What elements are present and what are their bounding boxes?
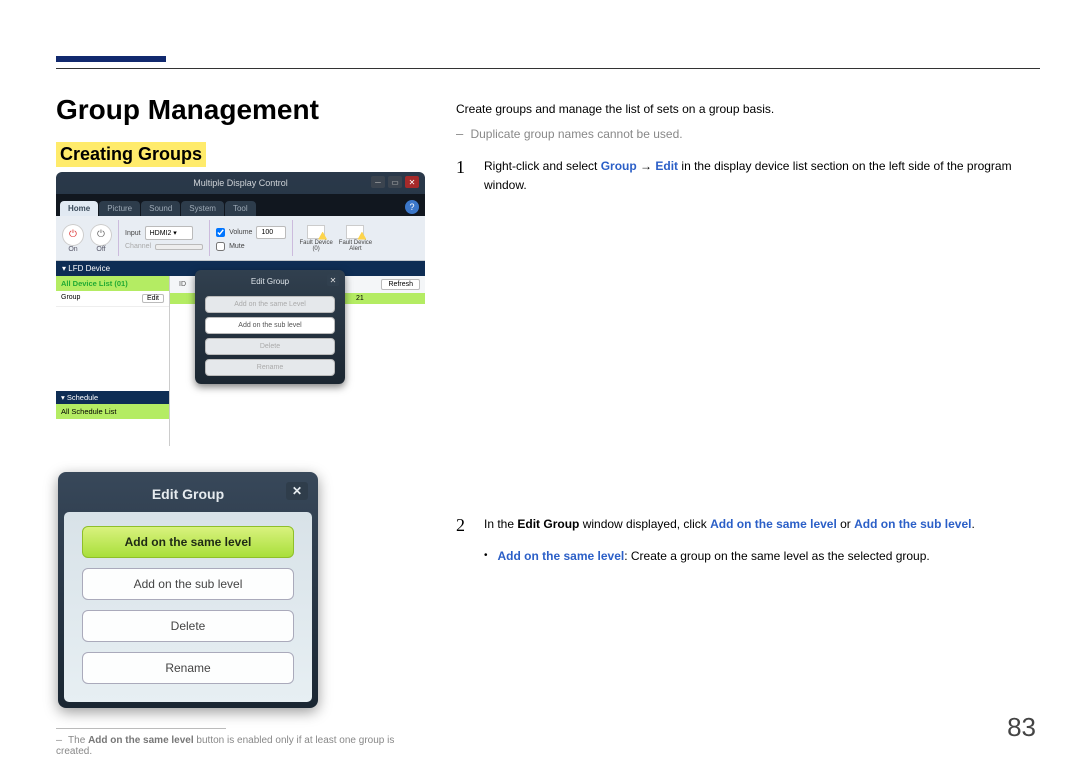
add-sub-level-button[interactable]: Add on the sub level <box>82 568 294 600</box>
channel-label: Channel <box>125 243 151 250</box>
refresh-button[interactable]: Refresh <box>381 279 420 290</box>
rename-button[interactable]: Rename <box>82 652 294 684</box>
input-control: Input HDMI2 ▾ Channel <box>125 226 203 250</box>
note-text: ― Duplicate group names cannot be used. <box>456 125 1036 144</box>
tab-system[interactable]: System <box>181 201 224 216</box>
dialog-close-icon[interactable]: ✕ <box>286 482 308 500</box>
sidebar: All Device List (01) Group Edit ▾ Schedu… <box>56 276 170 446</box>
tab-picture[interactable]: Picture <box>99 201 140 216</box>
group-row: Group Edit <box>56 291 169 307</box>
tab-sound[interactable]: Sound <box>141 201 180 216</box>
section-heading: Creating Groups <box>56 142 206 167</box>
dialog-body: Add on the same level Add on the sub lev… <box>64 512 312 702</box>
page-title: Group Management <box>56 94 319 126</box>
input-select[interactable]: HDMI2 ▾ <box>145 226 193 240</box>
volume-value[interactable]: 100 <box>256 226 286 239</box>
mute-label: Mute <box>229 243 245 250</box>
arrow: → <box>637 159 656 173</box>
group-label: Group <box>61 294 80 303</box>
home-toolbar: ⏻ On ⏻ Off Input HDMI2 ▾ Cha <box>56 216 425 261</box>
popup-add-same-level[interactable]: Add on the same Level <box>205 296 335 313</box>
edit-group-dialog: Edit Group ✕ Add on the same level Add o… <box>58 472 318 708</box>
minimize-button[interactable]: ─ <box>371 176 385 188</box>
footnote-rule <box>56 728 226 729</box>
maximize-button[interactable]: ▭ <box>388 176 402 188</box>
all-schedule-list[interactable]: All Schedule List <box>56 404 169 419</box>
header-rule <box>56 68 1040 69</box>
add-same-level-button[interactable]: Add on the same level <box>82 526 294 558</box>
t: In the <box>484 517 517 531</box>
edit-group-popup-small: Edit Group ✕ Add on the same Level Add o… <box>195 270 345 384</box>
step-2-bullet: • Add on the same level: Create a group … <box>484 547 1036 566</box>
footnote: ― The Add on the same level button is en… <box>56 735 426 757</box>
edit-button[interactable]: Edit <box>142 294 164 303</box>
step-1-text: Right-click and select Group → Edit in t… <box>484 157 1036 195</box>
bullet-icon: • <box>484 547 488 565</box>
window-title-bar: Multiple Display Control ─ ▭ ✕ <box>56 172 425 194</box>
step-number-1: 1 <box>456 157 470 195</box>
power-on-group: ⏻ On <box>62 224 84 253</box>
channel-select <box>155 244 203 250</box>
fault-device-count[interactable]: Fault Device (0) <box>299 225 332 252</box>
t: or <box>837 517 854 531</box>
tab-tool[interactable]: Tool <box>225 201 256 216</box>
dialog-title-bar: Edit Group ✕ <box>64 478 312 512</box>
window-buttons: ─ ▭ ✕ <box>371 176 419 188</box>
device-grid: ID ower Input Refresh <box>170 276 425 446</box>
dialog-title: Edit Group <box>152 486 224 502</box>
t: : Create a group on the same level as th… <box>624 549 930 563</box>
page-number: 83 <box>1007 712 1036 743</box>
instruction-column: Create groups and manage the list of set… <box>456 100 1036 566</box>
on-label: On <box>62 246 84 253</box>
figure-mdc-window: Multiple Display Control ─ ▭ ✕ Home Pict… <box>56 172 425 446</box>
intro-text: Create groups and manage the list of set… <box>456 100 1036 119</box>
step-2: 2 In the Edit Group window displayed, cl… <box>456 515 1036 537</box>
all-device-list[interactable]: All Device List (01) <box>56 276 169 291</box>
help-icon[interactable]: ? <box>405 200 419 214</box>
step-number-2: 2 <box>456 515 470 537</box>
t: Edit Group <box>517 517 579 531</box>
bullet-text: Add on the same level: Create a group on… <box>498 547 930 566</box>
col-id: ID <box>175 279 197 290</box>
tab-home[interactable]: Home <box>60 201 98 216</box>
edit-word: Edit <box>655 159 678 173</box>
window-title: Multiple Display Control <box>193 178 288 188</box>
t: Add on the same level <box>710 517 837 531</box>
t: Add on the same level <box>88 735 194 746</box>
step-2-text: In the Edit Group window displayed, clic… <box>484 515 1036 537</box>
off-label: Off <box>90 246 112 253</box>
figures-column: Multiple Display Control ─ ▭ ✕ Home Pict… <box>56 172 426 757</box>
power-off-button[interactable]: ⏻ <box>90 224 112 246</box>
popup-close-icon[interactable]: ✕ <box>327 274 339 286</box>
delete-button[interactable]: Delete <box>82 610 294 642</box>
main-tabs: Home Picture Sound System Tool ? <box>56 194 425 216</box>
volume-checkbox[interactable] <box>216 228 225 237</box>
t: window displayed, click <box>579 517 710 531</box>
header-accent-bar <box>56 56 166 62</box>
t: Right-click and select <box>484 159 601 173</box>
step-1: 1 Right-click and select Group → Edit in… <box>456 157 1036 195</box>
fault-device-alert[interactable]: Fault Device Alert <box>339 225 372 252</box>
t: Add on the sub level <box>854 517 971 531</box>
popup-title: Edit Group ✕ <box>199 274 341 292</box>
t: The <box>68 735 88 746</box>
volume-control: Volume 100 Mute <box>216 226 286 251</box>
power-on-button[interactable]: ⏻ <box>62 224 84 246</box>
body-area: All Device List (01) Group Edit ▾ Schedu… <box>56 276 425 446</box>
group-word: Group <box>601 159 637 173</box>
volume-label: Volume <box>229 229 252 236</box>
power-off-group: ⏻ Off <box>90 224 112 253</box>
t: Add on the same level <box>498 549 625 563</box>
note-body: Duplicate group names cannot be used. <box>470 127 682 141</box>
popup-delete[interactable]: Delete <box>205 338 335 355</box>
mdc-window: Multiple Display Control ─ ▭ ✕ Home Pict… <box>56 172 425 446</box>
popup-add-sub-level[interactable]: Add on the sub level <box>205 317 335 334</box>
close-button[interactable]: ✕ <box>405 176 419 188</box>
mute-checkbox[interactable] <box>216 242 225 251</box>
popup-rename[interactable]: Rename <box>205 359 335 376</box>
schedule-section[interactable]: ▾ Schedule <box>56 391 169 404</box>
t: . <box>972 517 975 531</box>
input-label: Input <box>125 230 141 237</box>
